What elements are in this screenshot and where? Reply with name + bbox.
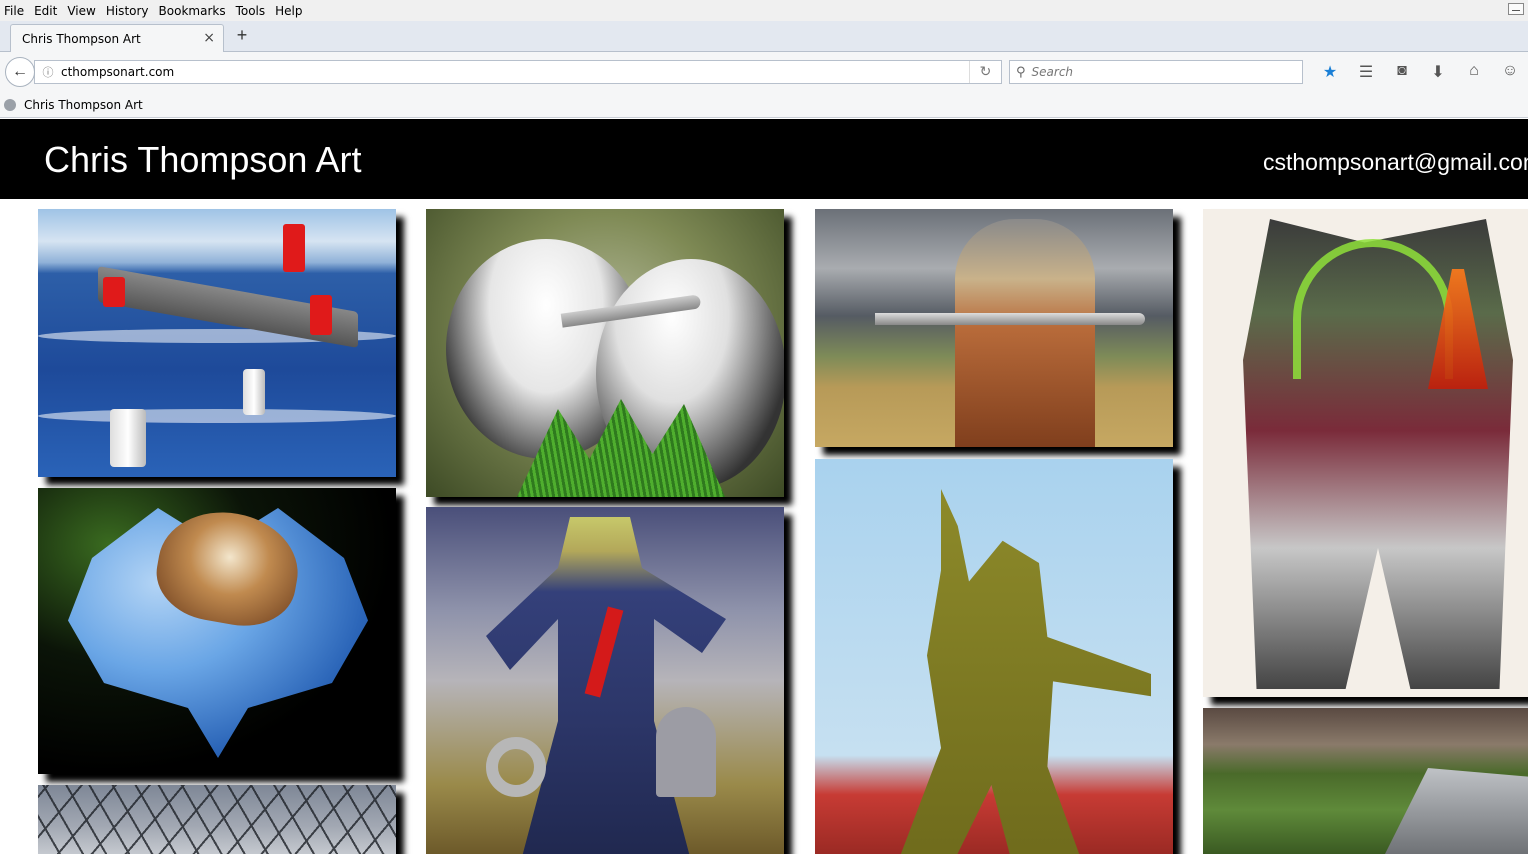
skeleton-knight bbox=[955, 219, 1095, 447]
menu-bookmarks[interactable]: Bookmarks bbox=[154, 4, 231, 18]
search-placeholder: Search bbox=[1031, 65, 1074, 79]
pocket-icon[interactable]: ◙ bbox=[1384, 62, 1420, 82]
bookmark-star-icon[interactable]: ★ bbox=[1312, 62, 1348, 82]
close-tab-icon[interactable]: × bbox=[203, 30, 215, 46]
artwork-albatross[interactable] bbox=[426, 209, 784, 497]
chat-icon[interactable]: ☺ bbox=[1492, 62, 1528, 82]
toolbar-icons: ★ ☰ ◙ ⬇ ⌂ ☺ bbox=[1312, 62, 1528, 82]
search-icon: ⚲ bbox=[1016, 64, 1026, 80]
artwork-toy-soldier[interactable] bbox=[815, 459, 1173, 854]
bookmarks-toolbar: Chris Thompson Art bbox=[0, 92, 1528, 118]
wave-foam bbox=[38, 409, 396, 423]
menu-history[interactable]: History bbox=[101, 4, 154, 18]
artwork-battleship[interactable] bbox=[38, 209, 396, 477]
site-title[interactable]: Chris Thompson Art bbox=[44, 139, 361, 181]
downloads-icon[interactable]: ⬇ bbox=[1420, 62, 1456, 82]
gravestone bbox=[656, 707, 716, 797]
site-header: Chris Thompson Art csthompsonart@gmail.c… bbox=[0, 119, 1528, 199]
reload-icon[interactable]: ↻ bbox=[969, 61, 1001, 83]
sword bbox=[875, 313, 1145, 325]
back-button[interactable]: ← bbox=[5, 57, 35, 87]
home-icon[interactable]: ⌂ bbox=[1456, 62, 1492, 82]
celtic-cross bbox=[486, 737, 546, 797]
artwork-skeleton-knight[interactable] bbox=[815, 209, 1173, 447]
plane-cockpit bbox=[1383, 768, 1528, 854]
globe-icon bbox=[4, 98, 16, 111]
contact-email[interactable]: csthompsonart@gmail.com bbox=[1263, 149, 1528, 176]
red-buoy bbox=[283, 224, 305, 272]
url-text[interactable]: cthompsonart.com bbox=[61, 65, 174, 79]
toy-soldier bbox=[899, 489, 1151, 854]
nav-bar: ⓘ cthompsonart.com ↻ ← ⚲ Search ★ ☰ ◙ ⬇ … bbox=[0, 52, 1528, 92]
minimize-button[interactable] bbox=[1508, 3, 1524, 15]
menu-view[interactable]: View bbox=[62, 4, 100, 18]
artwork-bare-trees[interactable] bbox=[38, 785, 396, 854]
menu-help[interactable]: Help bbox=[270, 4, 307, 18]
reading-list-icon[interactable]: ☰ bbox=[1348, 62, 1384, 82]
tab-title: Chris Thompson Art bbox=[22, 32, 141, 46]
artwork-skeleton-pilot[interactable] bbox=[1203, 708, 1528, 854]
menu-file[interactable]: File bbox=[0, 4, 29, 18]
tab-strip: Chris Thompson Art × + bbox=[0, 21, 1528, 53]
artwork-zombie[interactable] bbox=[426, 507, 784, 854]
tree-branches bbox=[38, 785, 396, 854]
red-buoy bbox=[103, 277, 125, 307]
menu-edit[interactable]: Edit bbox=[29, 4, 62, 18]
bookmark-chris-thompson-art[interactable]: Chris Thompson Art bbox=[24, 98, 143, 112]
tab-chris-thompson-art[interactable]: Chris Thompson Art × bbox=[10, 24, 224, 53]
url-bar[interactable]: ⓘ cthompsonart.com ↻ bbox=[34, 60, 1002, 84]
web-page: Chris Thompson Art csthompsonart@gmail.c… bbox=[0, 119, 1528, 854]
artwork-tooth-wizard[interactable] bbox=[1203, 209, 1528, 697]
artwork-owl-skull[interactable] bbox=[38, 488, 396, 774]
site-info-icon[interactable]: ⓘ bbox=[35, 64, 61, 80]
zombie-figure bbox=[486, 517, 726, 854]
search-input[interactable]: ⚲ Search bbox=[1009, 60, 1303, 84]
menu-bar: File Edit View History Bookmarks Tools H… bbox=[0, 0, 1528, 21]
white-buoy bbox=[243, 369, 265, 415]
menu-tools[interactable]: Tools bbox=[231, 4, 271, 18]
red-buoy bbox=[310, 295, 332, 335]
white-buoy bbox=[110, 409, 146, 467]
new-tab-button[interactable]: + bbox=[232, 25, 252, 46]
